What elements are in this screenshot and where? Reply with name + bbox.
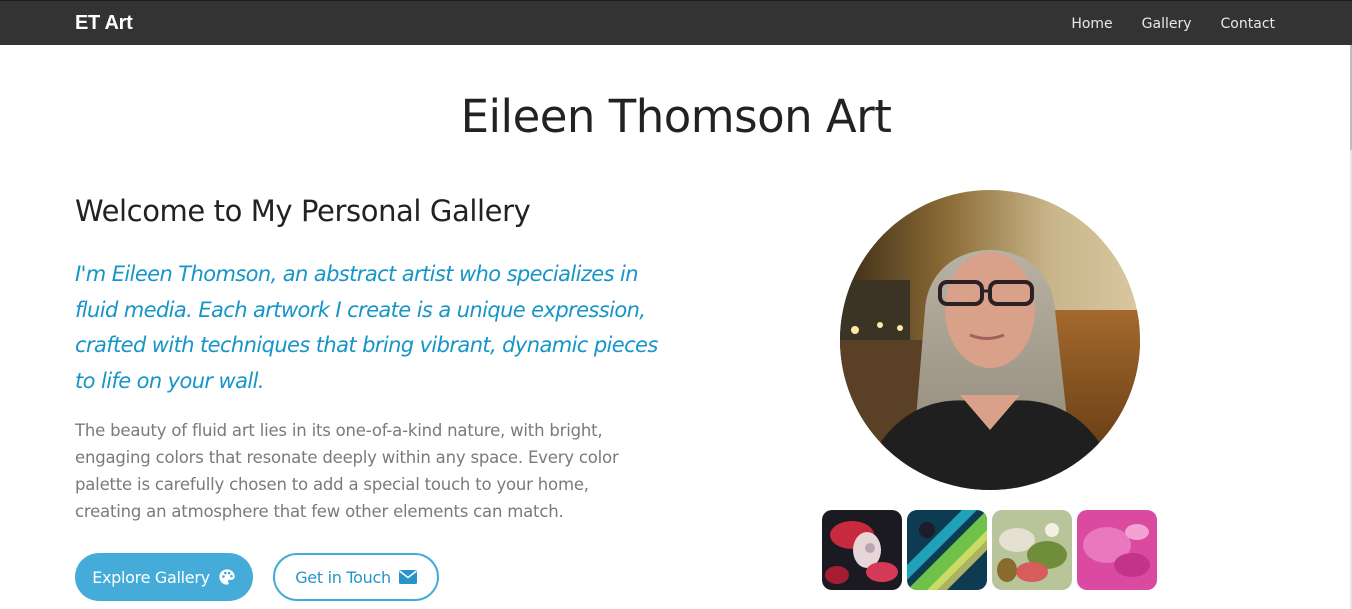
nav-link-home[interactable]: Home xyxy=(1071,16,1112,32)
artwork-thumbnail[interactable] xyxy=(822,510,902,590)
nav-link-contact[interactable]: Contact xyxy=(1221,16,1275,32)
explore-gallery-label: Explore Gallery xyxy=(92,567,210,587)
artwork-thumbnails xyxy=(822,510,1157,590)
envelope-icon xyxy=(398,570,417,584)
top-navbar: ET Art Home Gallery Contact xyxy=(0,0,1352,45)
artwork-thumbnail[interactable] xyxy=(1077,510,1157,590)
brand-logo-link[interactable]: ET Art xyxy=(75,12,133,35)
intro-body-text: The beauty of fluid art lies in its one-… xyxy=(75,421,619,521)
palette-icon xyxy=(218,568,236,586)
get-in-touch-label: Get in Touch xyxy=(295,567,391,587)
nav-links: Home Gallery Contact xyxy=(1071,16,1275,32)
page-title: Eileen Thomson Art xyxy=(460,90,892,143)
welcome-heading: Welcome to My Personal Gallery xyxy=(75,194,531,228)
intro-lead-text: I'm Eileen Thomson, an abstract artist w… xyxy=(75,262,658,393)
nav-link-gallery[interactable]: Gallery xyxy=(1142,16,1192,32)
artwork-thumbnail[interactable] xyxy=(907,510,987,590)
artist-portrait-photo xyxy=(840,190,1140,490)
artwork-thumbnail[interactable] xyxy=(992,510,1072,590)
explore-gallery-button[interactable]: Explore Gallery xyxy=(75,553,253,601)
get-in-touch-button[interactable]: Get in Touch xyxy=(273,553,439,601)
